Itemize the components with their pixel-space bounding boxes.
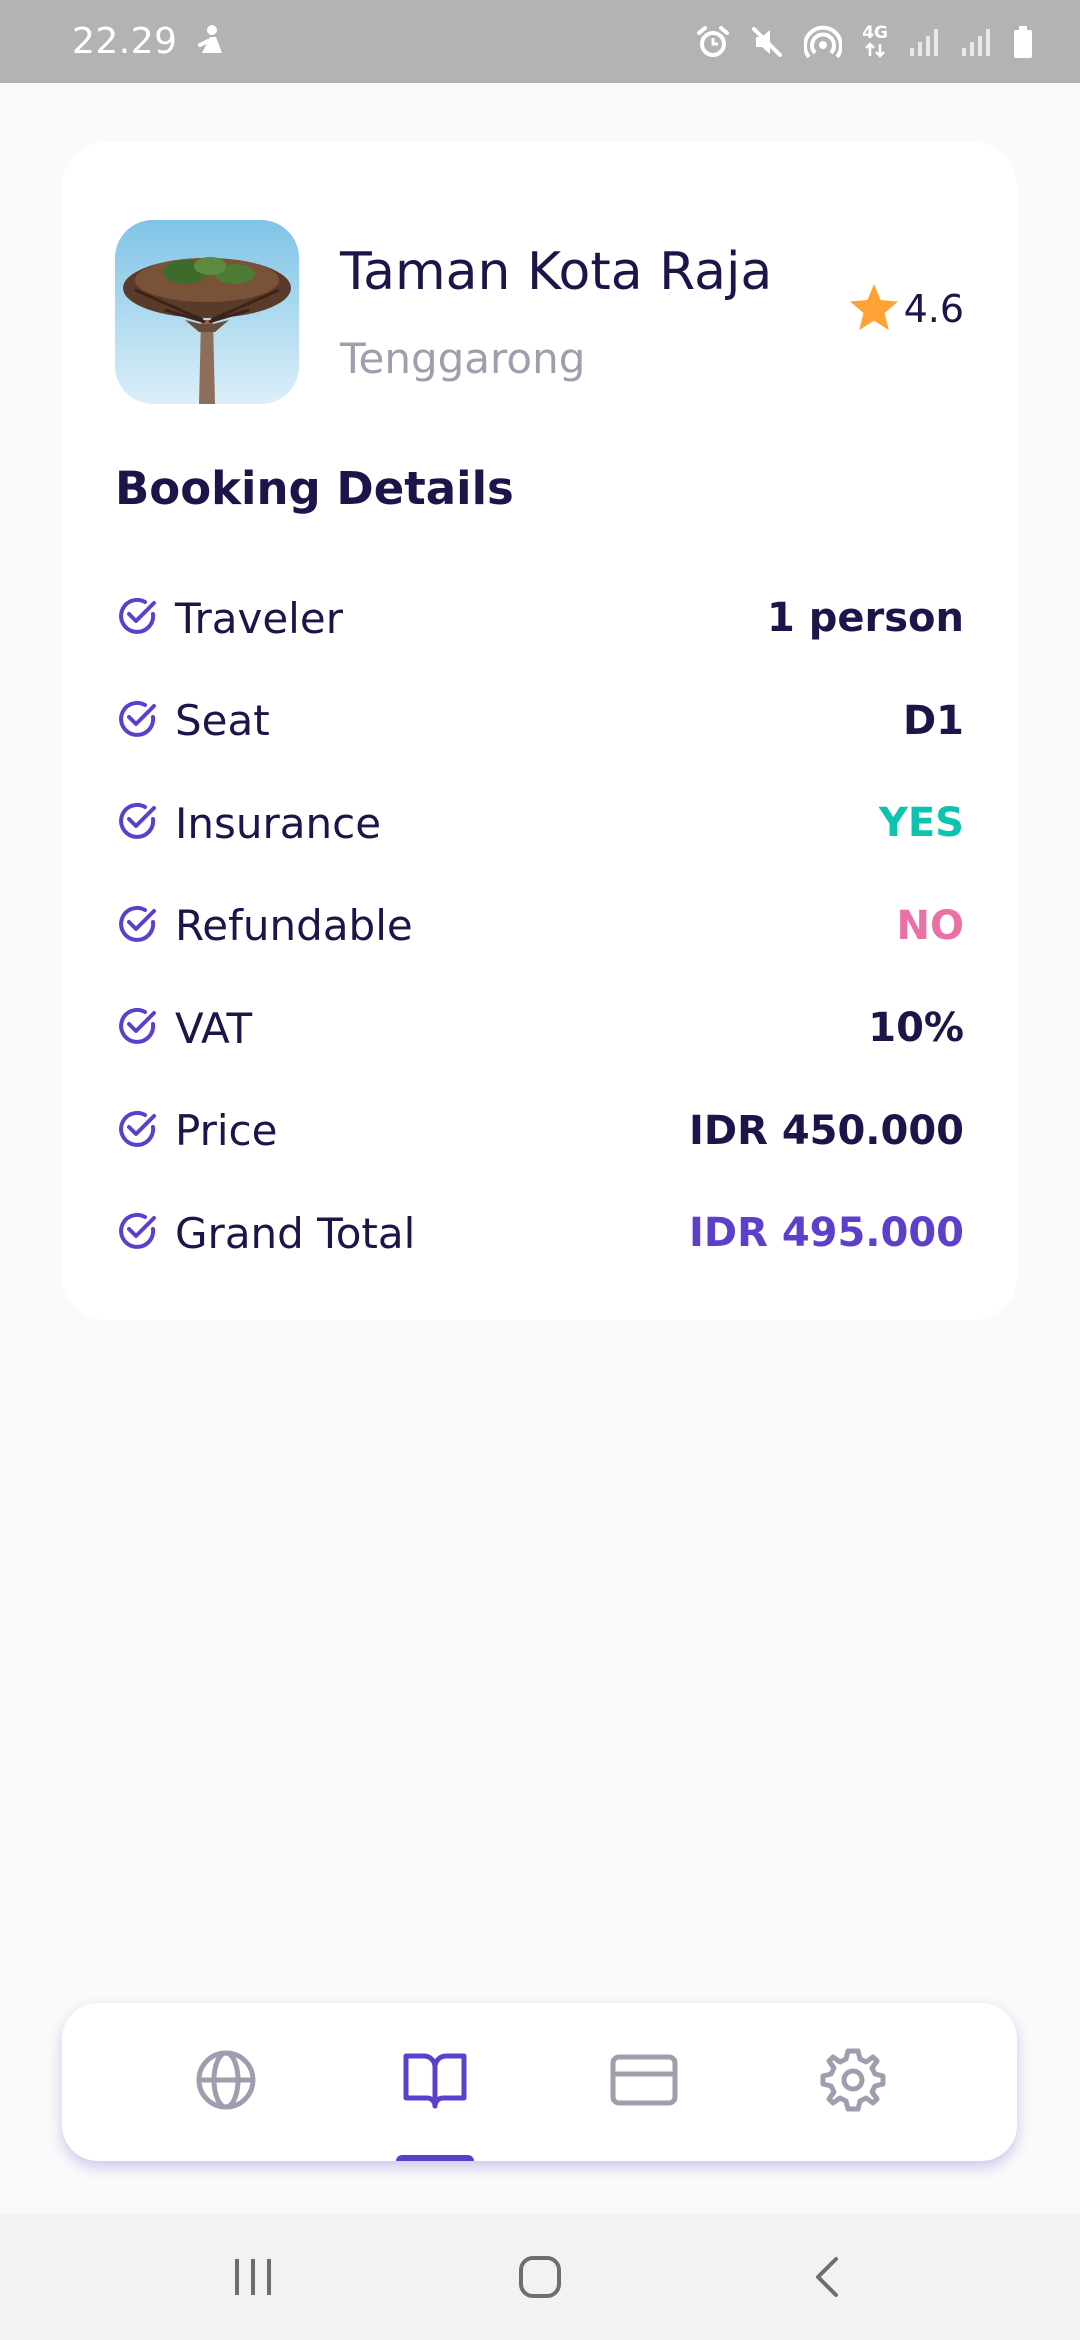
booking-row-grand-total: Grand Total IDR 495.000	[115, 1182, 964, 1285]
nav-item-explore[interactable]	[166, 2003, 286, 2161]
booking-row-vat: VAT 10%	[115, 977, 964, 1080]
status-bar: 22.29 4G	[0, 0, 1080, 83]
network-type-label: 4G	[862, 23, 888, 43]
check-circle-icon	[115, 799, 159, 847]
gear-icon	[820, 2047, 886, 2117]
home-button[interactable]	[495, 2232, 585, 2322]
nav-item-bookings[interactable]	[375, 2003, 495, 2161]
recent-apps-button[interactable]	[208, 2232, 298, 2322]
booking-row-traveler: Traveler 1 person	[115, 567, 964, 670]
booking-details-list: Traveler 1 person Seat D1 Insurance YES	[115, 567, 964, 1285]
booking-row-value: D1	[902, 697, 964, 744]
booking-row-label: Seat	[175, 696, 270, 746]
booking-card: Taman Kota Raja Tenggarong 4.6 Booking D…	[62, 142, 1017, 1320]
booking-row-value: 1 person	[766, 595, 964, 642]
destination-city: Tenggarong	[340, 334, 586, 383]
status-time: 22.29	[72, 21, 178, 62]
booking-row-value: NO	[896, 902, 964, 949]
booking-row-price: Price IDR 450.000	[115, 1080, 964, 1183]
booking-row-label: Refundable	[175, 901, 413, 951]
book-icon	[402, 2050, 468, 2114]
booking-row-label: VAT	[175, 1003, 253, 1053]
check-circle-icon	[115, 594, 159, 642]
star-icon	[848, 282, 900, 336]
booking-row-refundable: Refundable NO	[115, 875, 964, 978]
battery-icon	[1012, 25, 1034, 59]
card-icon	[610, 2054, 678, 2110]
check-circle-icon	[115, 1107, 159, 1155]
booking-row-label: Price	[175, 1106, 278, 1156]
booking-row-value: IDR 450.000	[689, 1107, 964, 1154]
booking-row-insurance: Insurance YES	[115, 772, 964, 875]
booking-row-label: Grand Total	[175, 1208, 416, 1258]
booking-row-seat: Seat D1	[115, 670, 964, 773]
check-circle-icon	[115, 1004, 159, 1052]
check-circle-icon	[115, 697, 159, 745]
signal-icon	[960, 26, 992, 58]
nav-item-settings[interactable]	[793, 2003, 913, 2161]
booking-row-label: Traveler	[175, 593, 343, 643]
booking-row-value: IDR 495.000	[689, 1210, 964, 1257]
back-button[interactable]	[782, 2232, 872, 2322]
mute-icon	[750, 25, 784, 59]
booking-row-label: Insurance	[175, 798, 382, 848]
rating-value: 4.6	[903, 287, 964, 331]
4g-icon: 4G	[862, 25, 888, 58]
check-circle-icon	[115, 902, 159, 950]
booking-row-value: YES	[878, 800, 964, 847]
status-left: 22.29	[72, 21, 226, 62]
alarm-icon	[696, 25, 730, 59]
check-circle-icon	[115, 1209, 159, 1257]
booking-details-title: Booking Details	[115, 462, 514, 515]
bottom-nav	[62, 2003, 1017, 2161]
destination-name: Taman Kota Raja	[340, 242, 773, 302]
system-nav-bar	[0, 2214, 1080, 2340]
notification-icon	[196, 23, 226, 61]
active-tab-indicator	[396, 2155, 475, 2161]
booking-row-value: 10%	[868, 1005, 964, 1052]
destination-image	[115, 220, 299, 404]
status-right: 4G	[696, 25, 1034, 59]
hotspot-icon	[804, 25, 843, 59]
globe-icon	[194, 2048, 258, 2116]
nav-item-wallet[interactable]	[584, 2003, 704, 2161]
rating: 4.6	[848, 282, 964, 336]
signal-icon	[908, 26, 940, 58]
